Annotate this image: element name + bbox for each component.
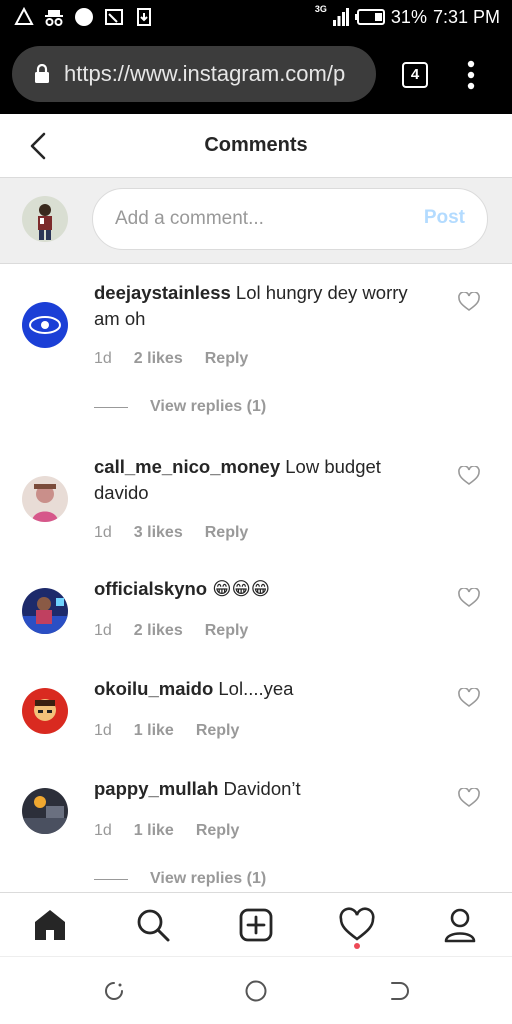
reply-button[interactable]: Reply — [196, 722, 240, 740]
comment-age: 1d — [94, 822, 112, 839]
address-bar[interactable]: https://www.instagram.com/p — [12, 46, 376, 102]
comment-meta: 1d 1 like Reply — [94, 720, 239, 742]
lock-icon — [35, 64, 49, 83]
comments-list: deejaystainless Lol hungry dey worry am … — [0, 264, 512, 892]
replies-divider — [94, 878, 128, 880]
view-replies-button[interactable]: View replies (1) — [94, 396, 266, 418]
notification-dot — [354, 943, 360, 949]
view-replies-label: View replies (1) — [150, 870, 267, 887]
comment-likes[interactable]: 2 likes — [134, 350, 183, 368]
home-button-icon[interactable] — [244, 979, 268, 1003]
commenter-avatar[interactable] — [22, 588, 68, 634]
like-heart-icon[interactable] — [458, 788, 480, 808]
comment-item: okoilu_maido Lol....yea 1d 1 like Reply — [0, 674, 512, 754]
comment-meta: 1d 2 likes Reply — [94, 620, 248, 642]
current-user-avatar — [22, 196, 68, 242]
comment-likes[interactable]: 3 likes — [134, 524, 183, 542]
reply-button[interactable]: Reply — [205, 350, 249, 368]
comment-text: okoilu_maido Lol....yea — [94, 676, 434, 702]
incognito-icon — [45, 10, 63, 26]
system-navigation-bar — [0, 956, 512, 1024]
triangle-notification-icon — [14, 7, 34, 25]
reply-button[interactable]: Reply — [205, 622, 249, 640]
comment-message: Lol....yea — [218, 678, 294, 699]
status-bar: 3G 31% 7:31 PM — [0, 0, 512, 34]
comment-meta: 1d 1 like Reply — [94, 820, 239, 842]
replies-divider — [94, 406, 128, 408]
comments-header: Comments — [0, 114, 512, 178]
comment-username[interactable]: officialskyno — [94, 578, 207, 599]
overflow-menu-icon[interactable] — [464, 60, 478, 90]
comment-text: deejaystainless Lol hungry dey worry am … — [94, 280, 434, 332]
record-dot-icon — [75, 8, 93, 26]
comment-username[interactable]: deejaystainless — [94, 282, 231, 303]
like-heart-icon[interactable] — [458, 588, 480, 608]
comment-item: officialskyno 😁😁😁 1d 2 likes Reply — [0, 574, 512, 654]
recent-apps-icon[interactable] — [102, 979, 126, 1003]
like-heart-icon[interactable] — [458, 292, 480, 312]
bottom-navigation — [0, 892, 512, 956]
tab-switcher-button[interactable]: 4 — [402, 62, 428, 88]
comment-meta: 1d 2 likes Reply — [94, 348, 248, 370]
reply-button[interactable]: Reply — [196, 822, 240, 840]
comment-likes[interactable]: 1 like — [134, 722, 174, 740]
like-heart-icon[interactable] — [458, 466, 480, 486]
like-heart-icon[interactable] — [458, 688, 480, 708]
comment-age: 1d — [94, 524, 112, 541]
page-title: Comments — [204, 134, 308, 156]
new-post-icon[interactable] — [238, 907, 274, 943]
comment-age: 1d — [94, 722, 112, 739]
comment-likes[interactable]: 2 likes — [134, 622, 183, 640]
commenter-avatar[interactable] — [22, 476, 68, 522]
comment-item: call_me_nico_money Low budget davido 1d … — [0, 438, 512, 548]
url-text[interactable]: https://www.instagram.com/p — [64, 60, 370, 88]
browser-toolbar: https://www.instagram.com/p 4 — [0, 34, 512, 114]
battery-icon — [354, 9, 385, 25]
network-type: 3G — [314, 4, 327, 14]
commenter-avatar[interactable] — [22, 688, 68, 734]
comment-text: pappy_mullah Davidon’t — [94, 776, 434, 802]
search-icon[interactable] — [135, 907, 171, 943]
comment-input[interactable]: Add a comment... Post — [92, 188, 488, 250]
comment-composer: Add a comment... Post — [0, 178, 512, 264]
battery-percent: 31% — [390, 6, 427, 27]
back-button-icon[interactable] — [386, 979, 410, 1003]
home-icon[interactable] — [32, 907, 68, 943]
profile-icon[interactable] — [442, 907, 478, 943]
comment-age: 1d — [94, 622, 112, 639]
comment-text: call_me_nico_money Low budget davido — [94, 454, 434, 506]
comment-username[interactable]: okoilu_maido — [94, 678, 213, 699]
comment-username[interactable]: pappy_mullah — [94, 778, 218, 799]
commenter-avatar[interactable] — [22, 302, 68, 348]
clock: 7:31 PM — [432, 6, 500, 27]
comment-item: pappy_mullah Davidon’t 1d 1 like Reply V… — [0, 774, 512, 892]
comment-text: officialskyno 😁😁😁 — [94, 576, 434, 602]
cast-icon — [105, 9, 123, 25]
signal-icon — [332, 8, 349, 26]
post-button[interactable]: Post — [424, 207, 465, 229]
comment-username[interactable]: call_me_nico_money — [94, 456, 280, 477]
commenter-avatar[interactable] — [22, 788, 68, 834]
comment-likes[interactable]: 1 like — [134, 822, 174, 840]
activity-icon[interactable] — [339, 907, 375, 943]
comment-message: 😁😁😁 — [212, 578, 271, 599]
comment-message: Davidon’t — [223, 778, 301, 799]
comment-meta: 1d 3 likes Reply — [94, 522, 248, 544]
comment-age: 1d — [94, 350, 112, 367]
download-icon — [137, 8, 151, 26]
comment-item: deejaystainless Lol hungry dey worry am … — [0, 264, 512, 434]
view-replies-label: View replies (1) — [150, 398, 267, 415]
reply-button[interactable]: Reply — [205, 524, 249, 542]
comment-input-placeholder: Add a comment... — [115, 208, 264, 229]
view-replies-button[interactable]: View replies (1) — [94, 868, 266, 890]
